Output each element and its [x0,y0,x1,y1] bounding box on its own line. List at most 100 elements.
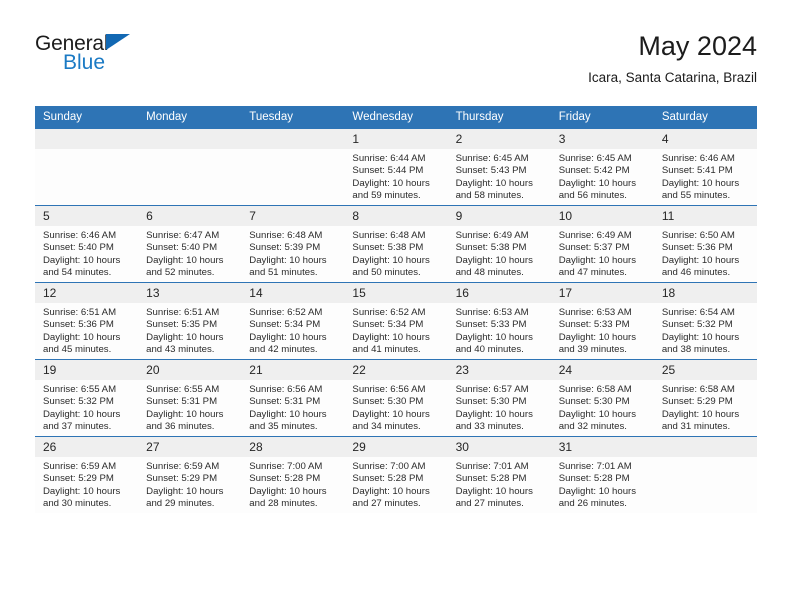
calendar-day-cell[interactable]: 15 Sunrise: 6:52 AM Sunset: 5:34 PM Dayligh… [344,282,448,360]
sunrise-text: Sunrise: 6:55 AM [146,384,220,395]
day-number: 28 [241,437,345,457]
calendar-day-cell[interactable]: 27 Sunrise: 6:59 AM Sunset: 5:29 PM Dayligh… [138,436,242,513]
logo-triangle-icon [106,34,130,50]
calendar-day-cell[interactable]: 29 Sunrise: 7:00 AM Sunset: 5:28 PM Dayligh… [344,436,448,513]
sunset-text: Sunset: 5:39 PM [249,242,321,254]
calendar-day-cell[interactable]: 31 Sunrise: 7:01 AM Sunset: 5:28 PM Dayligh… [550,436,654,513]
daylight-text-line2: and 55 minutes. [661,189,731,201]
day-number: 7 [241,206,345,226]
calendar-day-cell-empty [653,436,757,513]
calendar-day-cell[interactable]: 25 Sunrise: 6:58 AM Sunset: 5:29 PM Dayligh… [653,359,757,437]
calendar-day-cell[interactable]: 6 Sunrise: 6:47 AM Sunset: 5:40 PM Daylight… [138,205,242,283]
calendar-day-cell[interactable]: 21 Sunrise: 6:56 AM Sunset: 5:31 PM Dayligh… [241,359,345,437]
day-details: Sunrise: 6:56 AM Sunset: 5:31 PM Daylight:… [241,380,344,433]
day-details: Sunrise: 6:55 AM Sunset: 5:32 PM Daylight:… [35,380,138,433]
day-details: Sunrise: 7:00 AM Sunset: 5:28 PM Daylight:… [344,457,447,510]
day-details: Sunrise: 6:56 AM Sunset: 5:30 PM Daylight:… [344,380,447,433]
weekday-header-wednesday: Wednesday [344,106,448,129]
sunrise-text: Sunrise: 6:56 AM [249,384,323,395]
calendar-day-cell[interactable]: 2 Sunrise: 6:45 AM Sunset: 5:43 PM Daylight… [447,128,551,206]
calendar-day-cell[interactable]: 5 Sunrise: 6:46 AM Sunset: 5:40 PM Daylight… [35,205,139,283]
day-number: 6 [138,206,242,226]
calendar-day-cell[interactable]: 23 Sunrise: 6:57 AM Sunset: 5:30 PM Dayligh… [447,359,551,437]
general-blue-logo[interactable]: General Blue [35,30,155,76]
calendar-day-cell[interactable]: 30 Sunrise: 7:01 AM Sunset: 5:28 PM Dayligh… [447,436,551,513]
sunrise-text: Sunrise: 6:52 AM [352,307,426,318]
daylight-text-line2: and 34 minutes. [352,420,421,432]
sunset-text: Sunset: 5:41 PM [661,165,733,177]
sunrise-text: Sunrise: 7:00 AM [249,461,323,472]
sunrise-text: Sunrise: 6:59 AM [146,461,220,472]
calendar-day-cell[interactable]: 18 Sunrise: 6:54 AM Sunset: 5:32 PM Dayligh… [653,282,757,360]
sunset-text: Sunset: 5:38 PM [352,242,424,254]
calendar-day-cell[interactable]: 3 Sunrise: 6:45 AM Sunset: 5:42 PM Daylight… [550,128,654,206]
calendar-day-cell-empty [35,128,139,206]
daylight-text-line1: Daylight: 10 hours [352,177,430,189]
day-details: Sunrise: 6:53 AM Sunset: 5:33 PM Daylight:… [448,303,551,356]
daylight-text-line1: Daylight: 10 hours [661,177,740,189]
calendar-day-cell[interactable]: 28 Sunrise: 7:00 AM Sunset: 5:28 PM Dayligh… [241,436,345,513]
calendar-day-cell[interactable]: 8 Sunrise: 6:48 AM Sunset: 5:38 PM Daylight… [344,205,448,283]
sunrise-text: Sunrise: 6:58 AM [558,384,632,395]
daylight-text-line1: Daylight: 10 hours [455,485,533,497]
daylight-text-line1: Daylight: 10 hours [352,408,430,420]
daylight-text-line1: Daylight: 10 hours [352,485,430,497]
calendar-day-cell[interactable]: 1 Sunrise: 6:44 AM Sunset: 5:44 PM Daylight… [344,128,448,206]
day-number: 21 [241,360,345,380]
sunset-text: Sunset: 5:32 PM [661,319,733,331]
day-number: 13 [138,283,242,303]
calendar-day-cell[interactable]: 26 Sunrise: 6:59 AM Sunset: 5:29 PM Dayligh… [35,436,139,513]
day-number: 24 [550,360,654,380]
daylight-text-line1: Daylight: 10 hours [455,254,533,266]
calendar-day-cell[interactable]: 14 Sunrise: 6:52 AM Sunset: 5:34 PM Dayligh… [241,282,345,360]
calendar-day-cell[interactable]: 22 Sunrise: 6:56 AM Sunset: 5:30 PM Dayligh… [344,359,448,437]
calendar-day-cell[interactable]: 24 Sunrise: 6:58 AM Sunset: 5:30 PM Dayligh… [550,359,654,437]
calendar-week-row: 26 Sunrise: 6:59 AM Sunset: 5:29 PM Dayligh… [35,436,757,513]
calendar-day-cell[interactable]: 17 Sunrise: 6:53 AM Sunset: 5:33 PM Dayligh… [550,282,654,360]
calendar-day-cell[interactable]: 9 Sunrise: 6:49 AM Sunset: 5:38 PM Daylight… [447,205,551,283]
calendar-day-cell[interactable]: 13 Sunrise: 6:51 AM Sunset: 5:35 PM Dayligh… [138,282,242,360]
day-details: Sunrise: 6:49 AM Sunset: 5:37 PM Daylight:… [551,226,654,279]
weekday-header-tuesday: Tuesday [241,106,345,129]
sunset-text: Sunset: 5:29 PM [661,396,733,408]
daylight-text-line2: and 35 minutes. [249,420,318,432]
sunrise-text: Sunrise: 7:01 AM [455,461,529,472]
daylight-text-line2: and 39 minutes. [558,343,627,355]
day-details: Sunrise: 6:53 AM Sunset: 5:33 PM Daylight:… [551,303,654,356]
calendar-day-cell-empty [138,128,242,206]
day-number: 12 [35,283,139,303]
sunset-text: Sunset: 5:28 PM [249,473,321,485]
day-number [35,129,139,149]
calendar-day-cell[interactable]: 10 Sunrise: 6:49 AM Sunset: 5:37 PM Dayligh… [550,205,654,283]
daylight-text-line1: Daylight: 10 hours [43,331,121,343]
sunset-text: Sunset: 5:30 PM [352,396,424,408]
daylight-text-line2: and 31 minutes. [661,420,731,432]
daylight-text-line1: Daylight: 10 hours [455,408,533,420]
day-number: 9 [447,206,551,226]
calendar-day-cell[interactable]: 7 Sunrise: 6:48 AM Sunset: 5:39 PM Daylight… [241,205,345,283]
sunrise-text: Sunrise: 6:49 AM [455,230,529,241]
sunset-text: Sunset: 5:35 PM [146,319,218,331]
sunset-text: Sunset: 5:30 PM [455,396,527,408]
daylight-text-line2: and 46 minutes. [661,266,731,278]
sunrise-text: Sunrise: 7:01 AM [558,461,632,472]
daylight-text-line1: Daylight: 10 hours [146,408,224,420]
daylight-text-line1: Daylight: 10 hours [558,485,637,497]
calendar-week-row: 5 Sunrise: 6:46 AM Sunset: 5:40 PM Daylight… [35,205,757,283]
calendar-day-cell[interactable]: 19 Sunrise: 6:55 AM Sunset: 5:32 PM Dayligh… [35,359,139,437]
sunset-text: Sunset: 5:28 PM [455,473,527,485]
calendar-day-cell[interactable]: 16 Sunrise: 6:53 AM Sunset: 5:33 PM Dayligh… [447,282,551,360]
sunset-text: Sunset: 5:44 PM [352,165,424,177]
sunrise-text: Sunrise: 6:55 AM [43,384,117,395]
daylight-text-line2: and 54 minutes. [43,266,112,278]
calendar-day-cell[interactable]: 20 Sunrise: 6:55 AM Sunset: 5:31 PM Dayligh… [138,359,242,437]
daylight-text-line1: Daylight: 10 hours [249,408,327,420]
calendar-day-cell[interactable]: 11 Sunrise: 6:50 AM Sunset: 5:36 PM Dayligh… [653,205,757,283]
day-number: 10 [550,206,654,226]
calendar-day-cell[interactable]: 4 Sunrise: 6:46 AM Sunset: 5:41 PM Daylight… [653,128,757,206]
day-number: 15 [344,283,448,303]
calendar-day-cell[interactable]: 12 Sunrise: 6:51 AM Sunset: 5:36 PM Dayligh… [35,282,139,360]
day-details: Sunrise: 6:58 AM Sunset: 5:30 PM Daylight:… [551,380,654,433]
calendar-body: 1 Sunrise: 6:44 AM Sunset: 5:44 PM Daylight… [35,128,757,513]
daylight-text-line2: and 29 minutes. [146,497,215,509]
